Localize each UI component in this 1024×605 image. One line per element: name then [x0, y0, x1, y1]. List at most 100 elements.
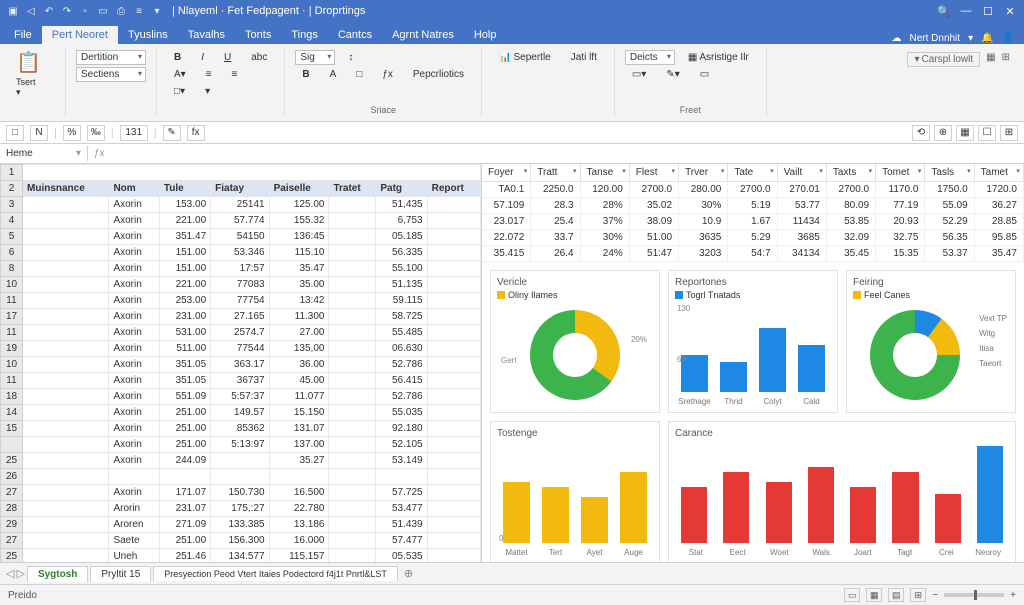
fx-button[interactable]: ƒx	[375, 67, 400, 82]
cell[interactable]: Axorin	[109, 373, 159, 389]
box-button[interactable]: □	[349, 67, 369, 82]
cell[interactable]: 1.67	[728, 214, 777, 229]
view-layout-icon[interactable]: ▦	[866, 588, 882, 602]
cell[interactable]: 05.185	[376, 229, 427, 245]
cell[interactable]: 27.165	[211, 309, 269, 325]
cell[interactable]: 28.85	[975, 214, 1024, 229]
col-header[interactable]: Tamet▾	[975, 164, 1024, 181]
cell[interactable]: 131.07	[269, 421, 329, 437]
r5-1[interactable]: ▭▾	[625, 67, 653, 82]
cell[interactable]: 221.00	[159, 277, 210, 293]
cell[interactable]: 35.02	[630, 198, 679, 213]
chart-reportones[interactable]: Reportones Togrl Tnatads 130 60 Srethage…	[668, 270, 838, 413]
col-header[interactable]: Tomet▾	[876, 164, 925, 181]
sort-button[interactable]: ↕	[341, 50, 360, 65]
cell[interactable]: 270.01	[778, 182, 827, 197]
col-header[interactable]: Flest▾	[630, 164, 679, 181]
cell[interactable]: 231.07	[159, 501, 210, 517]
cell[interactable]: 271.09	[159, 517, 210, 533]
cell[interactable]	[376, 469, 427, 485]
cell[interactable]: 153.00	[159, 197, 210, 213]
cell[interactable]: 156.300	[211, 533, 269, 549]
dd-dertition[interactable]: Dertition	[76, 50, 146, 65]
row-header[interactable]: 11	[1, 373, 23, 389]
cell[interactable]: Uneh	[109, 549, 159, 563]
cell[interactable]: 58.725	[376, 309, 427, 325]
cell[interactable]: 15.35	[876, 246, 925, 261]
cell[interactable]: 3203	[679, 246, 728, 261]
cell[interactable]: 52.786	[376, 389, 427, 405]
cell[interactable]: 115.157	[269, 549, 329, 563]
user-icon[interactable]: 👤	[1002, 33, 1014, 44]
r5-3[interactable]: ▭	[693, 67, 716, 82]
row-header[interactable]: 5	[1, 229, 23, 245]
zoom-slider[interactable]	[944, 593, 1004, 597]
tab-3[interactable]: Tavalhs	[178, 26, 235, 44]
cell[interactable]: 28.3	[531, 198, 580, 213]
col-header[interactable]: Tate▾	[728, 164, 777, 181]
cell[interactable]	[329, 389, 376, 405]
cell[interactable]	[329, 421, 376, 437]
col-header[interactable]: Taxts▾	[827, 164, 876, 181]
cell[interactable]: 20.93	[876, 214, 925, 229]
cell[interactable]: 55.485	[376, 325, 427, 341]
cell[interactable]: 38.09	[630, 214, 679, 229]
fb-7[interactable]: fx	[187, 125, 205, 141]
cell[interactable]: 77.19	[876, 198, 925, 213]
paste-icon[interactable]: 📋	[16, 50, 41, 75]
cell[interactable]: 35.47	[975, 246, 1024, 261]
minimize-icon[interactable]: —	[958, 3, 974, 19]
cell[interactable]	[329, 293, 376, 309]
cell[interactable]: 5.19	[728, 198, 777, 213]
cell[interactable]: 26.4	[531, 246, 580, 261]
cell[interactable]	[329, 533, 376, 549]
cell[interactable]: Tule	[159, 181, 210, 197]
row-header[interactable]: 19	[1, 341, 23, 357]
row-header[interactable]: 10	[1, 357, 23, 373]
cell[interactable]: 36.00	[269, 357, 329, 373]
chart-feiring[interactable]: Feiring Feel Canes Vext TP Witg Itisa Ta…	[846, 270, 1016, 413]
cell[interactable]: 56.35	[925, 230, 974, 245]
dd-deicts[interactable]: Deicts	[625, 50, 675, 65]
chart-vericle[interactable]: Vericle Oliny Ilames Gert 20%	[490, 270, 660, 413]
cell[interactable]: Saete	[109, 533, 159, 549]
cell[interactable]: 25.4	[531, 214, 580, 229]
cell[interactable]: 351.47	[159, 229, 210, 245]
name-box[interactable]: Heme ▾	[0, 146, 88, 161]
strike-button[interactable]: abc	[244, 50, 274, 65]
chart-icon[interactable]: ≡	[132, 4, 146, 18]
asristige-button[interactable]: ▦ Asristige Ilr	[681, 50, 756, 65]
cell[interactable]: 51,435	[376, 197, 427, 213]
cell[interactable]: 24%	[581, 246, 630, 261]
row-header[interactable]: 25	[1, 453, 23, 469]
cell[interactable]: 56.415	[376, 373, 427, 389]
cell[interactable]: 55.035	[376, 405, 427, 421]
bell-icon[interactable]: 🔔	[981, 33, 993, 44]
cell[interactable]: 133.385	[211, 517, 269, 533]
sepertle-button[interactable]: 📊 Sepertle	[492, 50, 558, 65]
table-row[interactable]: 22.07233.730%51.0036355.29368532.0932.75…	[482, 230, 1024, 246]
left-grid[interactable]: 12MuinsnanceNomTuleFiatayPaiselleTratetP…	[0, 164, 482, 562]
cell[interactable]: Axorin	[109, 197, 159, 213]
cell[interactable]: 32.75	[876, 230, 925, 245]
cloud-icon[interactable]: ☁	[891, 33, 901, 44]
r5-2[interactable]: ✎▾	[659, 67, 686, 82]
cell[interactable]	[329, 261, 376, 277]
cell[interactable]: 15.150	[269, 405, 329, 421]
cell[interactable]	[329, 549, 376, 563]
cell[interactable]: 77083	[211, 277, 269, 293]
cell[interactable]: Nom	[109, 181, 159, 197]
fontcolor-button[interactable]: A▾	[167, 67, 193, 82]
cell[interactable]: 35.415	[482, 246, 531, 261]
view-break-icon[interactable]: ▤	[888, 588, 904, 602]
row-header[interactable]: 8	[1, 261, 23, 277]
cell[interactable]: 5.29	[728, 230, 777, 245]
tab-home[interactable]: Pert Neoret	[42, 26, 118, 44]
cell[interactable]: 35.00	[269, 277, 329, 293]
cell[interactable]: 2574.7	[211, 325, 269, 341]
cell[interactable]: 5:13:97	[211, 437, 269, 453]
cell[interactable]: Axorin	[109, 213, 159, 229]
cell[interactable]: 53.37	[925, 246, 974, 261]
cell[interactable]: 221.00	[159, 213, 210, 229]
b-button[interactable]: B	[295, 67, 316, 82]
